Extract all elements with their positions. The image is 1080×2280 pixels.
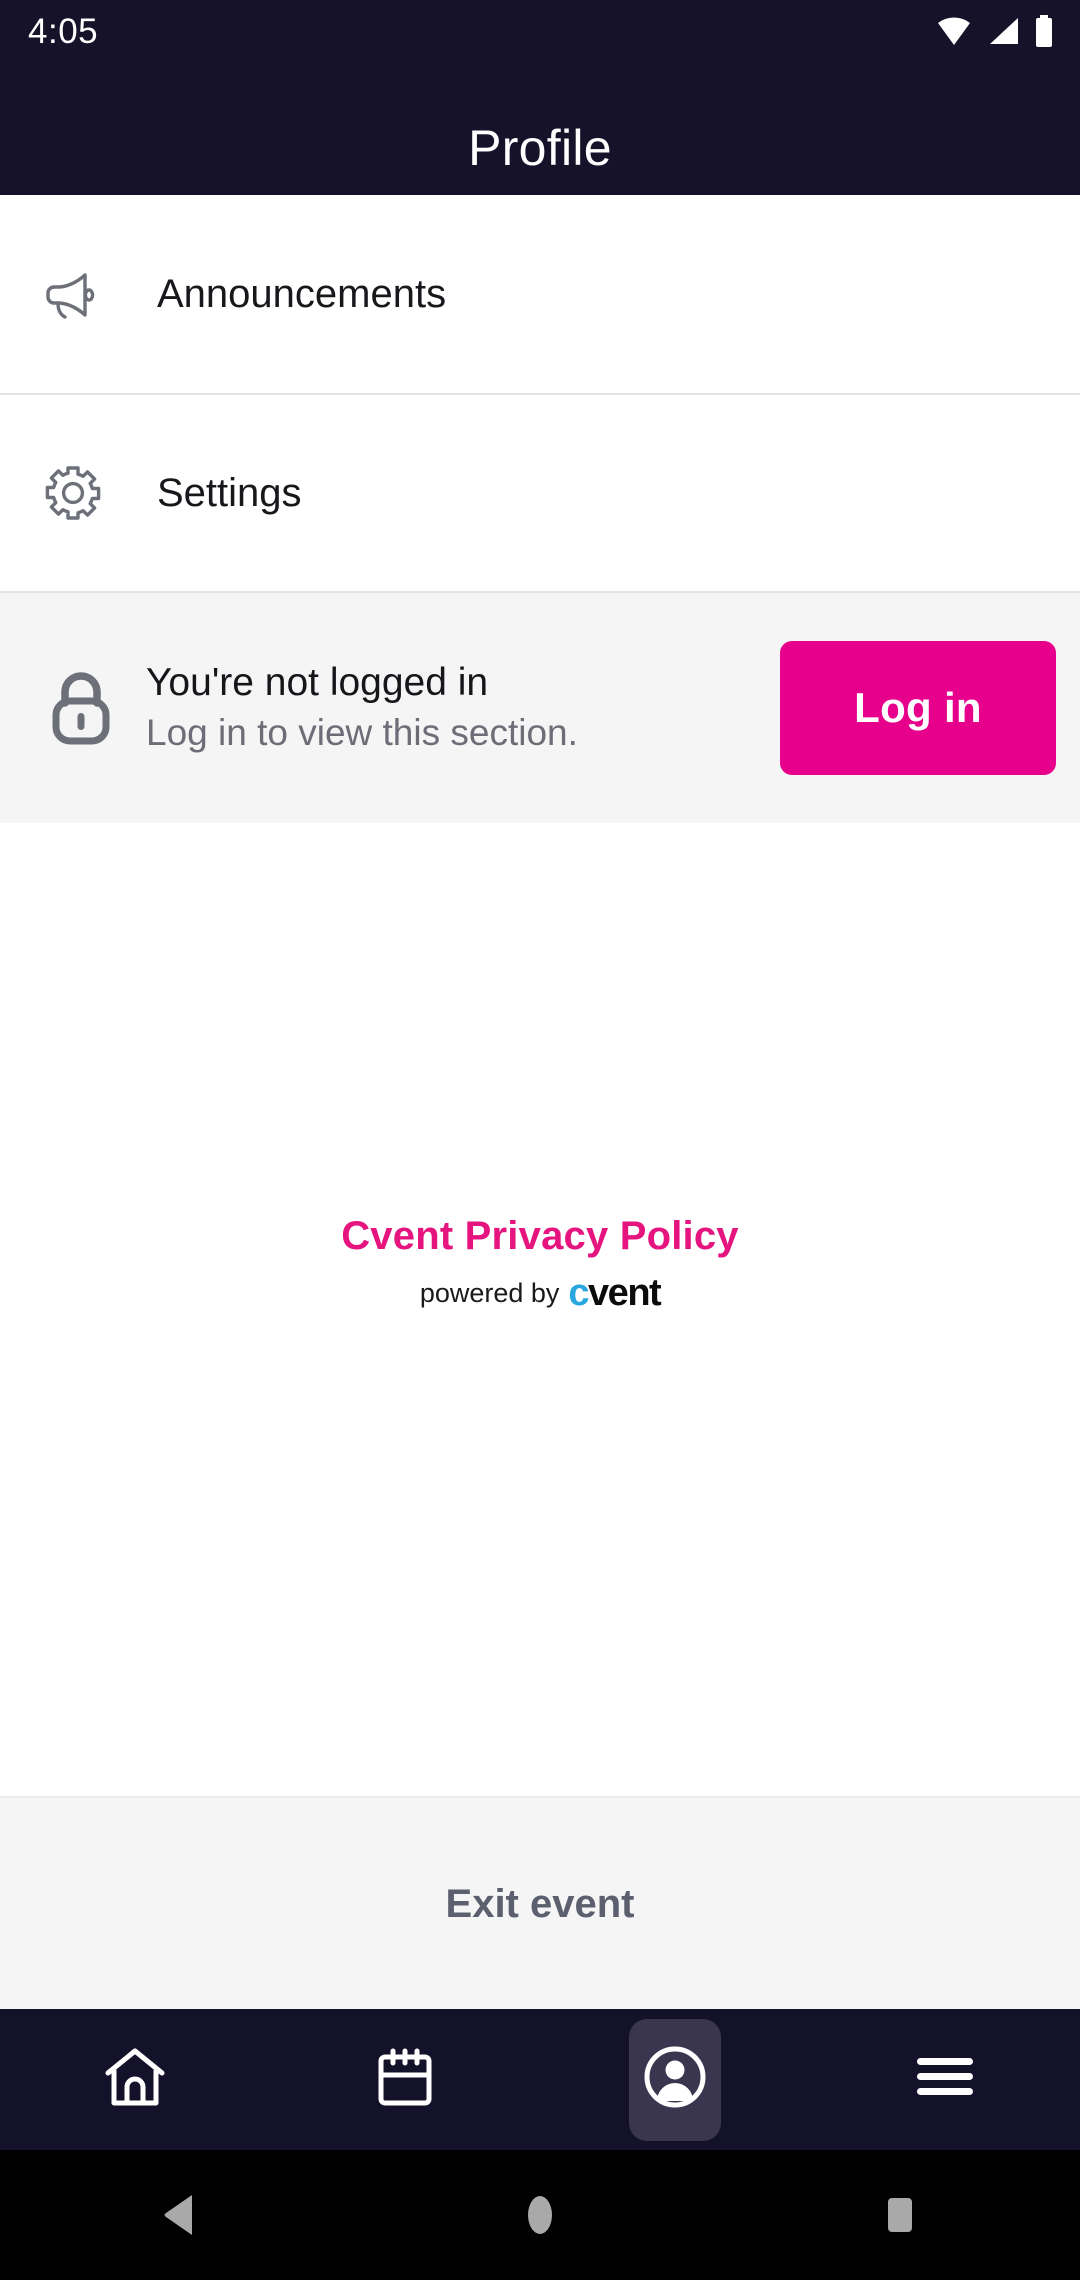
page-title: Profile	[468, 120, 612, 176]
cvent-logo-c: c	[568, 1272, 589, 1314]
tab-profile[interactable]	[540, 2009, 810, 2150]
menu-item-announcements[interactable]: Announcements	[0, 195, 1080, 393]
menu-item-label: Announcements	[157, 272, 447, 316]
powered-by-row: powered by cvent	[419, 1272, 662, 1314]
login-prompt-banner: You're not logged in Log in to view this…	[0, 591, 1080, 823]
recents-square-icon[interactable]	[720, 2193, 1080, 2237]
status-bar-icons	[936, 15, 1054, 47]
menu-item-label: Settings	[157, 471, 302, 515]
calendar-icon	[375, 2047, 435, 2112]
android-navigation-bar	[0, 2150, 1080, 2280]
wifi-icon	[936, 16, 972, 46]
tab-schedule[interactable]	[270, 2009, 540, 2150]
person-circle-icon	[643, 2045, 707, 2114]
exit-event-button[interactable]: Exit event	[0, 1796, 1080, 2009]
home-circle-icon[interactable]	[360, 2193, 720, 2237]
phone-screen: 4:05 Profile Announcements Settings You'…	[0, 0, 1080, 2280]
home-icon	[104, 2047, 166, 2112]
cvent-logo: cvent	[568, 1272, 662, 1314]
privacy-policy-link[interactable]: Cvent Privacy Policy	[341, 1216, 739, 1256]
main-content-area: Cvent Privacy Policy powered by cvent	[0, 823, 1080, 1796]
status-bar-clock: 4:05	[28, 11, 99, 51]
powered-by-label: powered by	[419, 1277, 560, 1308]
cellular-signal-icon	[986, 16, 1020, 46]
battery-icon	[1034, 15, 1054, 47]
lock-icon	[44, 671, 118, 745]
back-triangle-icon[interactable]	[0, 2193, 360, 2237]
tab-more[interactable]	[810, 2009, 1080, 2150]
menu-item-settings[interactable]: Settings	[0, 393, 1080, 591]
log-in-button[interactable]: Log in	[780, 641, 1056, 775]
bottom-tab-bar	[0, 2009, 1080, 2150]
gear-icon	[43, 463, 103, 523]
footer-links: Cvent Privacy Policy powered by cvent	[0, 1216, 1080, 1312]
exit-event-label: Exit event	[445, 1881, 635, 1926]
status-bar: 4:05	[0, 0, 1080, 62]
app-header: Profile	[0, 62, 1080, 195]
profile-menu-list: Announcements Settings	[0, 195, 1080, 591]
tab-home[interactable]	[0, 2009, 270, 2150]
login-prompt-title: You're not logged in	[146, 661, 489, 705]
login-prompt-subtitle: Log in to view this section.	[146, 712, 578, 754]
login-prompt-texts: You're not logged in Log in to view this…	[146, 661, 780, 754]
megaphone-icon	[43, 264, 103, 324]
hamburger-menu-icon	[917, 2056, 973, 2103]
cvent-logo-vent: vent	[588, 1272, 662, 1314]
